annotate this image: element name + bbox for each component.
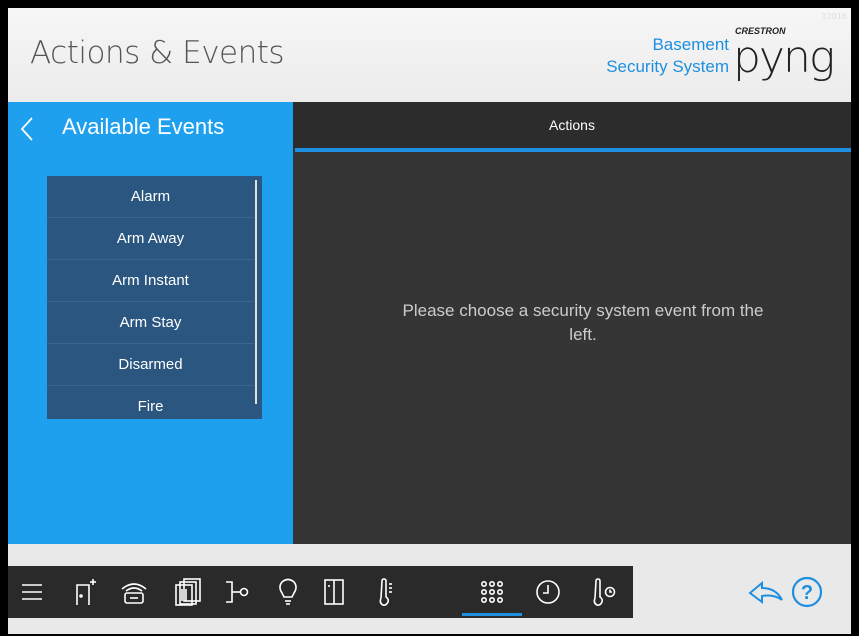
- shades-button[interactable]: [168, 566, 208, 618]
- page-title: Actions & Events: [30, 35, 285, 71]
- menu-icon: [22, 584, 42, 600]
- panel-title: Available Events: [62, 114, 225, 139]
- help-button[interactable]: ?: [791, 576, 823, 608]
- help-icon: ?: [791, 576, 823, 608]
- actions-panel: Actions Please choose a security system …: [293, 102, 851, 544]
- bottom-nav-bar: [8, 566, 633, 618]
- active-nav-indicator: [462, 613, 522, 616]
- touch-screen: Actions & Events Basement Security Syste…: [8, 8, 851, 634]
- schedule-button[interactable]: [528, 566, 568, 618]
- shades-icon: [175, 578, 201, 606]
- garage-icon: [121, 583, 147, 604]
- doors-button[interactable]: [66, 566, 106, 618]
- svg-text:?: ?: [801, 582, 813, 604]
- tab-actions[interactable]: Actions: [293, 102, 851, 148]
- thermometer-icon: [379, 578, 392, 606]
- windows-button[interactable]: [314, 566, 354, 618]
- event-item-disarmed[interactable]: Disarmed: [47, 344, 254, 386]
- event-item-fire[interactable]: Fire: [47, 386, 254, 419]
- tab-underline: [295, 148, 851, 152]
- logo-brand-big: pyng: [733, 32, 835, 83]
- window-icon: [324, 579, 344, 605]
- header: Actions & Events Basement Security Syste…: [8, 8, 851, 102]
- empty-state-message: Please choose a security system event fr…: [402, 301, 764, 344]
- scenes-button[interactable]: [218, 566, 258, 618]
- door-icon: [76, 579, 96, 605]
- clock-icon: [536, 580, 560, 604]
- event-item-alarm[interactable]: Alarm: [47, 176, 254, 218]
- corner-id: 12016: [821, 12, 847, 21]
- share-back-button[interactable]: [746, 578, 786, 608]
- light-bulb-icon: [279, 578, 297, 605]
- scene-icon: [226, 581, 249, 603]
- lights-button[interactable]: [268, 566, 308, 618]
- event-item-arm-stay[interactable]: Arm Stay: [47, 302, 254, 344]
- chevron-left-icon: [20, 117, 33, 141]
- crestron-pyng-logo: CRESTRON pyng: [733, 26, 835, 83]
- room-name: Basement: [652, 35, 729, 54]
- footer: ?: [8, 544, 851, 634]
- share-back-icon: [748, 580, 783, 604]
- keypad-icon: [480, 580, 503, 603]
- climate-button[interactable]: [366, 566, 406, 618]
- device-frame: Actions & Events Basement Security Syste…: [0, 0, 859, 636]
- room-label: Basement Security System: [606, 34, 729, 78]
- event-list-scrollbar[interactable]: [255, 180, 257, 404]
- event-item-arm-away[interactable]: Arm Away: [47, 218, 254, 260]
- event-item-arm-instant[interactable]: Arm Instant: [47, 260, 254, 302]
- event-list[interactable]: Alarm Arm Away Arm Instant Arm Stay Disa…: [47, 176, 262, 419]
- thermostat-icon: [593, 578, 616, 606]
- garage-button[interactable]: [114, 566, 154, 618]
- thermostat-button[interactable]: [584, 566, 624, 618]
- back-button[interactable]: [20, 116, 40, 146]
- security-button[interactable]: [472, 566, 512, 618]
- available-events-panel: Available Events Alarm Arm Away Arm Inst…: [8, 102, 293, 544]
- menu-button[interactable]: [12, 566, 52, 618]
- system-name: Security System: [606, 57, 729, 76]
